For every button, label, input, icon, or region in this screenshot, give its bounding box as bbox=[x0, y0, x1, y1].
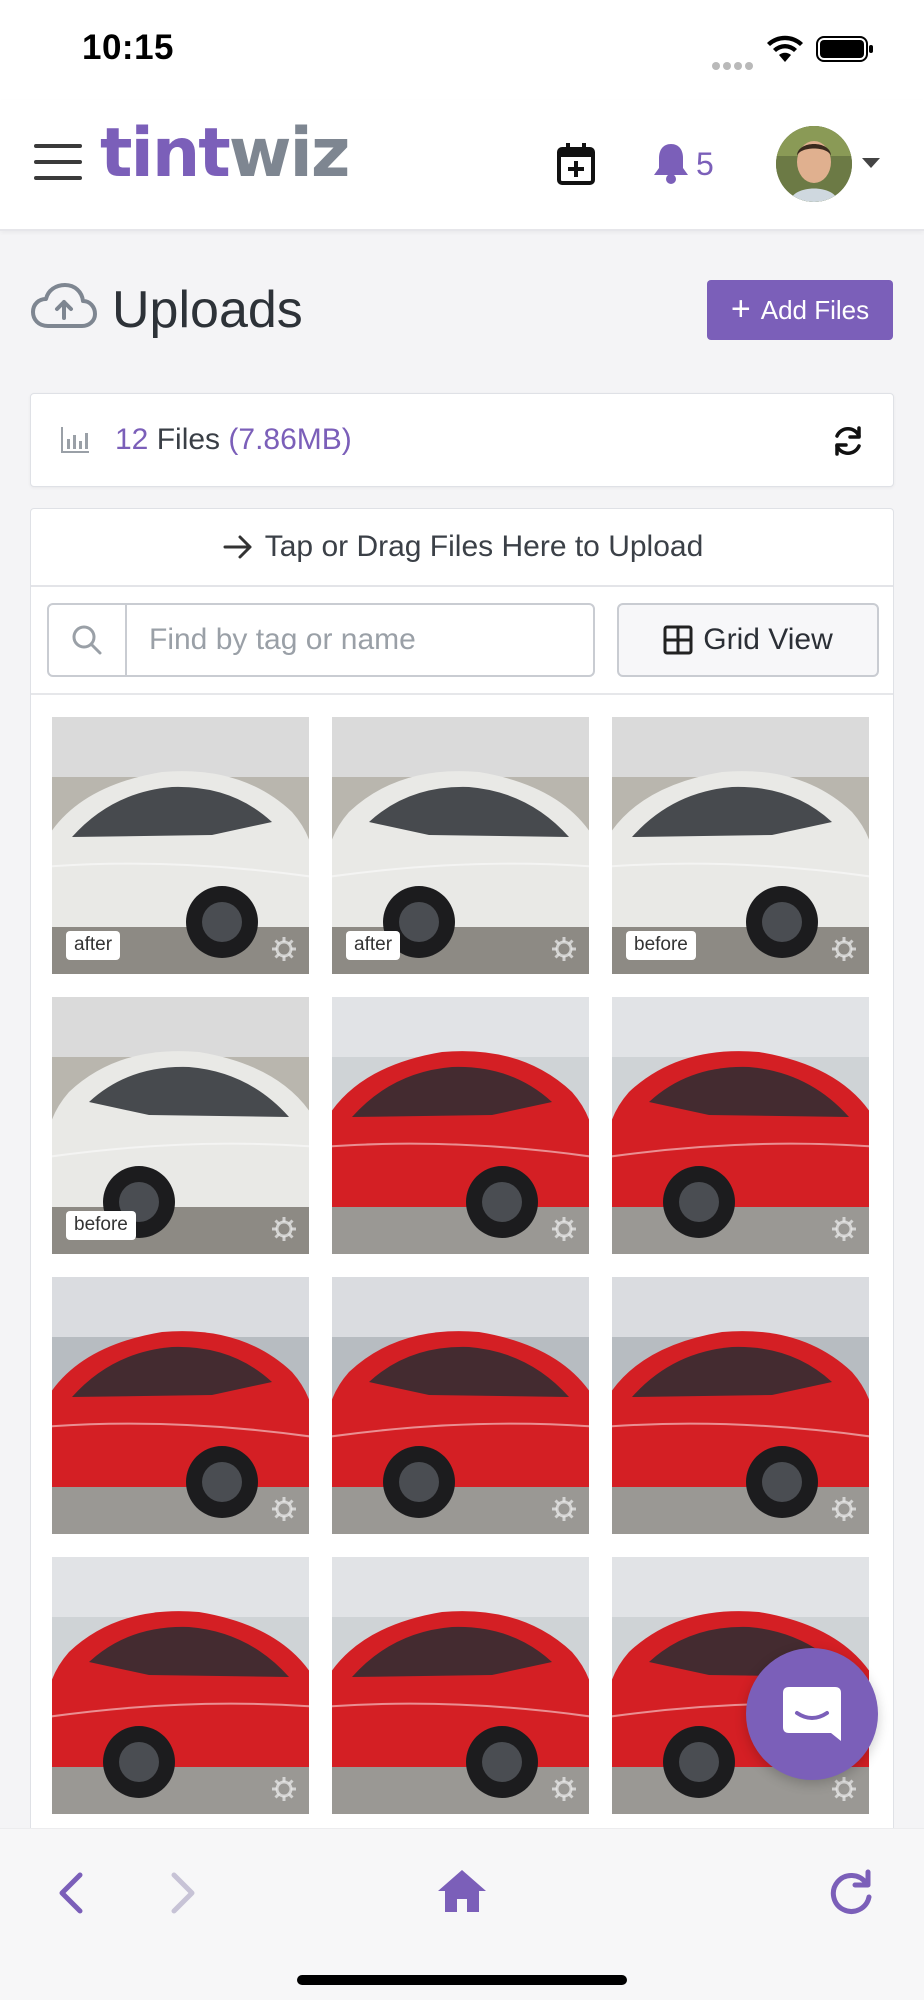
search-field[interactable] bbox=[47, 603, 595, 677]
status-bar: 10:15 bbox=[0, 0, 924, 100]
upload-thumbnail[interactable] bbox=[52, 1557, 309, 1814]
home-icon[interactable] bbox=[436, 1867, 488, 1915]
grid-view-button[interactable]: Grid View bbox=[617, 603, 879, 677]
upload-thumbnail[interactable]: before bbox=[52, 997, 309, 1254]
upload-thumbnail[interactable] bbox=[52, 1277, 309, 1534]
arrow-right-icon bbox=[223, 535, 252, 559]
grid-icon bbox=[663, 625, 693, 655]
forward-icon[interactable] bbox=[162, 1869, 202, 1917]
files-summary-card: 12 Files (7.86MB) bbox=[30, 393, 894, 487]
chat-launcher-button[interactable] bbox=[746, 1648, 878, 1780]
search-icon bbox=[49, 605, 127, 675]
gear-icon[interactable] bbox=[831, 1216, 857, 1242]
file-tag-badge: before bbox=[66, 1211, 136, 1240]
gear-icon[interactable] bbox=[551, 1496, 577, 1522]
gear-icon[interactable] bbox=[831, 1776, 857, 1802]
gear-icon[interactable] bbox=[831, 1496, 857, 1522]
upload-panel: Tap or Drag Files Here to Upload Grid Vi… bbox=[30, 508, 894, 1838]
battery-icon bbox=[816, 36, 873, 62]
app-header: tintwiz 5 bbox=[0, 100, 924, 231]
upload-thumbnail[interactable] bbox=[332, 1557, 589, 1814]
signal-icon bbox=[712, 57, 756, 70]
search-input[interactable] bbox=[129, 605, 589, 675]
home-indicator bbox=[297, 1975, 627, 1985]
upload-thumbnail[interactable] bbox=[612, 997, 869, 1254]
gear-icon[interactable] bbox=[271, 1216, 297, 1242]
bell-icon[interactable] bbox=[652, 142, 690, 184]
status-time: 10:15 bbox=[82, 28, 175, 67]
file-count: 12 bbox=[115, 423, 149, 456]
gear-icon[interactable] bbox=[551, 1776, 577, 1802]
notification-count[interactable]: 5 bbox=[696, 146, 714, 183]
add-files-label: Add Files bbox=[760, 294, 870, 325]
add-files-button[interactable]: + Add Files bbox=[707, 280, 893, 340]
total-size: (7.86MB) bbox=[228, 423, 352, 456]
logo[interactable]: tintwiz bbox=[100, 120, 350, 188]
bar-chart-icon bbox=[61, 427, 89, 453]
files-word: Files bbox=[156, 423, 221, 456]
gear-icon[interactable] bbox=[271, 1496, 297, 1522]
avatar[interactable] bbox=[776, 126, 852, 202]
upload-thumbnail[interactable]: before bbox=[612, 717, 869, 974]
file-tag-badge: before bbox=[626, 931, 696, 960]
browser-bottom-bar bbox=[0, 1828, 924, 2000]
dropzone-text: Tap or Drag Files Here to Upload bbox=[264, 530, 704, 563]
chat-icon bbox=[783, 1687, 841, 1741]
reload-icon[interactable] bbox=[826, 1867, 876, 1917]
file-tag-badge: after bbox=[346, 931, 401, 960]
files-summary: 12 Files (7.86MB) bbox=[115, 423, 352, 457]
plus-icon: + bbox=[730, 289, 751, 328]
cloud-upload-icon bbox=[31, 283, 97, 328]
gear-icon[interactable] bbox=[551, 936, 577, 962]
chevron-down-icon[interactable] bbox=[862, 158, 880, 168]
gear-icon[interactable] bbox=[831, 936, 857, 962]
refresh-icon[interactable] bbox=[831, 424, 865, 458]
gear-icon[interactable] bbox=[271, 1776, 297, 1802]
grid-view-label: Grid View bbox=[703, 623, 833, 656]
menu-icon[interactable] bbox=[34, 144, 82, 184]
upload-thumbnail[interactable] bbox=[332, 997, 589, 1254]
upload-thumbnail[interactable] bbox=[332, 1277, 589, 1534]
gear-icon[interactable] bbox=[551, 1216, 577, 1242]
gear-icon[interactable] bbox=[271, 936, 297, 962]
upload-thumbnail[interactable]: after bbox=[332, 717, 589, 974]
wifi-icon bbox=[767, 35, 803, 62]
calendar-add-icon[interactable] bbox=[556, 142, 596, 186]
upload-thumbnail[interactable] bbox=[612, 1277, 869, 1534]
upload-dropzone[interactable]: Tap or Drag Files Here to Upload bbox=[31, 509, 893, 587]
divider bbox=[31, 693, 893, 695]
back-icon[interactable] bbox=[52, 1869, 92, 1917]
upload-thumbnail[interactable]: after bbox=[52, 717, 309, 974]
page-title: Uploads bbox=[112, 281, 303, 339]
file-tag-badge: after bbox=[66, 931, 121, 960]
